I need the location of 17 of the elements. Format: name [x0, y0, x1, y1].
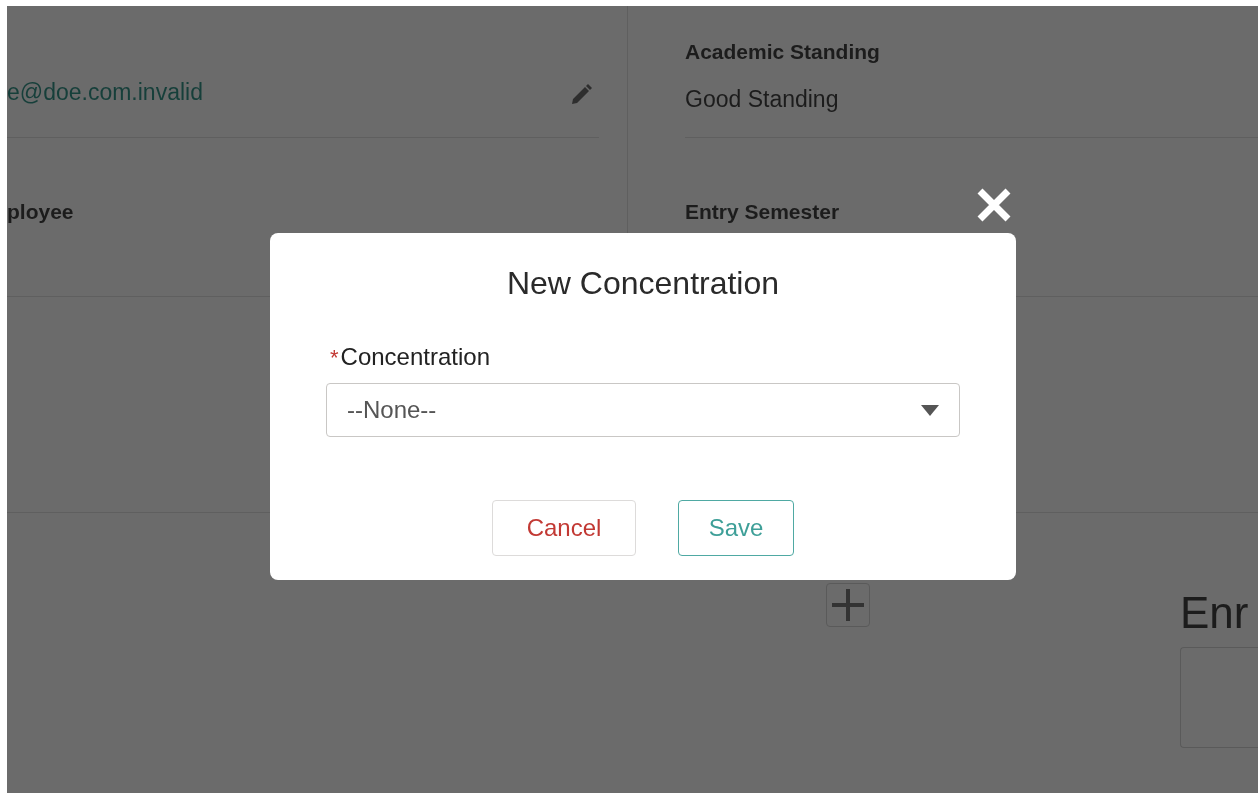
field-value: Good Standing [685, 84, 840, 114]
field-label: Academic Standing [685, 39, 880, 65]
concentration-select[interactable]: --None-- [326, 383, 960, 437]
close-button[interactable] [976, 187, 1012, 223]
plus-icon [830, 587, 866, 623]
field-label: ployee [7, 200, 74, 223]
cancel-button[interactable]: Cancel [492, 500, 636, 556]
modal-title: New Concentration [506, 264, 780, 303]
field-label: Concentration [340, 342, 490, 372]
required-marker: * [330, 344, 339, 372]
pencil-icon[interactable] [569, 83, 593, 107]
caret-icon [921, 404, 939, 416]
section-heading: Enr [1180, 587, 1250, 639]
add-button[interactable] [826, 583, 870, 627]
field-label: Entry Semester [685, 199, 840, 225]
save-button[interactable]: Save [678, 500, 794, 556]
close-icon [976, 187, 1012, 223]
